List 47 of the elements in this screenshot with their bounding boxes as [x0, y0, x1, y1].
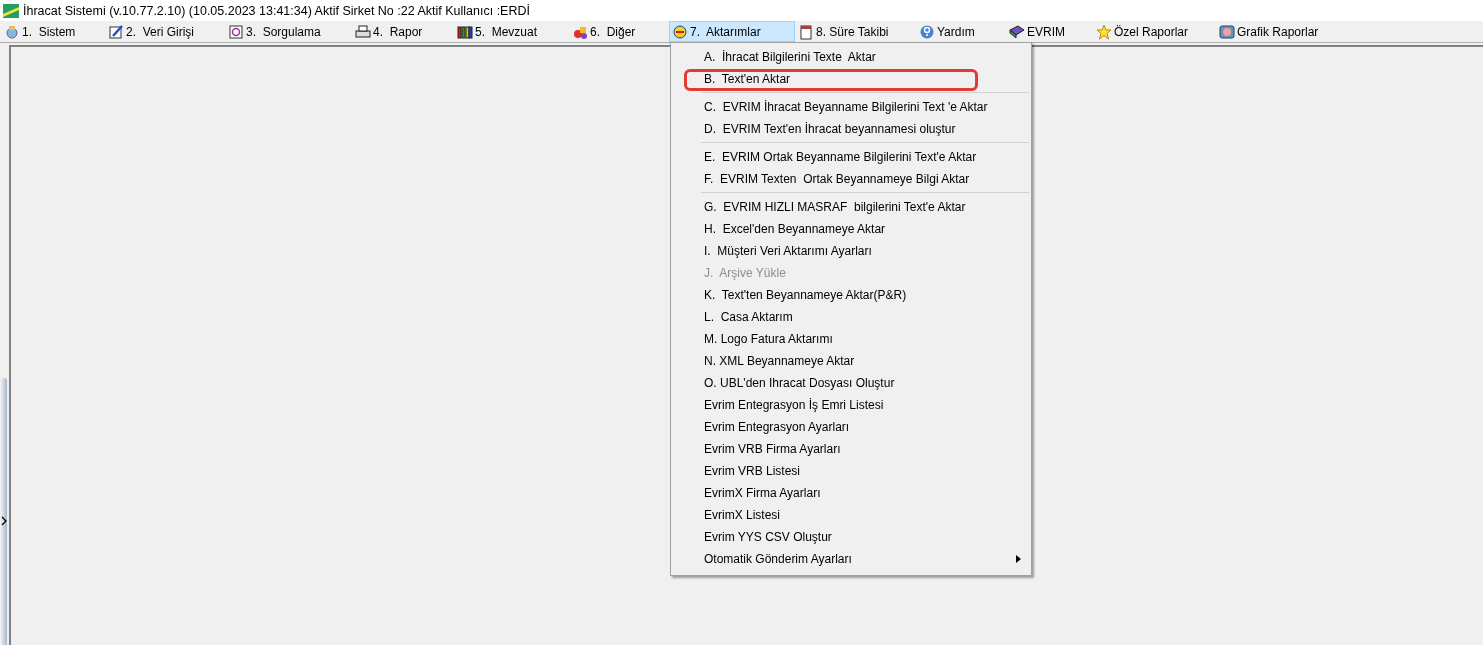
menu-item[interactable]: L. Casa Aktarım — [671, 306, 1031, 328]
menu-item[interactable]: EvrimX Firma Ayarları — [671, 482, 1031, 504]
book-icon — [1009, 23, 1025, 40]
menu-item[interactable]: Özel Raporlar — [1093, 21, 1216, 42]
chart-icon — [1219, 23, 1235, 40]
menu-item[interactable]: Evrim Entegrasyon Ayarları — [671, 416, 1031, 438]
calendar-icon — [798, 23, 814, 40]
menu-item[interactable]: Evrim Entegrasyon İş Emri Listesi — [671, 394, 1031, 416]
menu-item[interactable]: Yardım — [916, 21, 1006, 42]
menu-item[interactable]: I. Müşteri Veri Aktarımı Ayarları — [671, 240, 1031, 262]
submenu-arrow-icon — [1016, 555, 1021, 563]
menu-item[interactable]: A. İhracat Bilgilerini Texte Aktar — [671, 46, 1031, 68]
menu-item[interactable]: EVRIM — [1006, 21, 1093, 42]
menu-item[interactable]: G. EVRIM HIZLI MASRAF bilgilerini Text'e Aktar — [671, 196, 1031, 218]
chevron-right-icon — [1, 516, 7, 526]
menu-item[interactable]: Evrim VRB Listesi — [671, 460, 1031, 482]
menu-item[interactable]: K. Text'ten Beyannameye Aktar(P&R) — [671, 284, 1031, 306]
menu-item[interactable]: 8. Süre Takibi — [795, 21, 916, 42]
window-title: İhracat Sistemi (v.10.77.2.10) (10.05.2023 13:41:34) Aktif Sirket No :22 Aktif Kullanıcı :ERDİ — [23, 3, 530, 18]
menu-item[interactable]: B. Text'en Aktar — [671, 68, 1031, 90]
help-icon — [919, 23, 935, 40]
menu-item[interactable]: 5. Mevzuat — [454, 21, 569, 42]
splitter-handle[interactable] — [1, 378, 7, 645]
menu-item[interactable]: Grafik Raporlar — [1216, 21, 1346, 42]
app-logo-icon — [3, 3, 19, 18]
menu-item[interactable]: 2. Veri Girişi — [105, 21, 225, 42]
menu-item[interactable]: 4. Rapor — [352, 21, 454, 42]
menu-item[interactable]: M. Logo Fatura Aktarımı — [671, 328, 1031, 350]
menu-item[interactable]: 1. Sistem — [1, 21, 105, 42]
books-icon — [457, 23, 473, 40]
menu-item[interactable]: Evrim VRB Firma Ayarları — [671, 438, 1031, 460]
menu-item[interactable]: H. Excel'den Beyannameye Aktar — [671, 218, 1031, 240]
star-icon — [1096, 23, 1112, 40]
menu-item[interactable]: Otomatik Gönderim Ayarları — [671, 548, 1031, 570]
menu-item[interactable]: Evrim YYS CSV Oluştur — [671, 526, 1031, 548]
menu-item[interactable]: N. XML Beyannameye Aktar — [671, 350, 1031, 372]
menu-item[interactable]: 6. Diğer — [569, 21, 669, 42]
menu-item[interactable]: O. UBL'den Ihracat Dosyası Oluştur — [671, 372, 1031, 394]
menu-item[interactable]: D. EVRIM Text'en İhracat beyannamesi oluştur — [671, 118, 1031, 140]
menu-item[interactable]: 7. Aktarımlar — [669, 21, 795, 42]
menu-item[interactable]: C. EVRIM İhracat Beyanname Bilgilerini Text 'e Aktar — [671, 96, 1031, 118]
pencil-icon — [108, 23, 124, 40]
menu-item[interactable]: E. EVRIM Ortak Beyanname Bilgilerini Text'e Aktar — [671, 146, 1031, 168]
printer-icon — [355, 23, 371, 40]
menu-item[interactable]: 3. Sorgulama — [225, 21, 352, 42]
menu-item[interactable]: F. EVRIM Texten Ortak Beyannameye Bilgi Aktar — [671, 168, 1031, 190]
menu-item[interactable]: EvrimX Listesi — [671, 504, 1031, 526]
